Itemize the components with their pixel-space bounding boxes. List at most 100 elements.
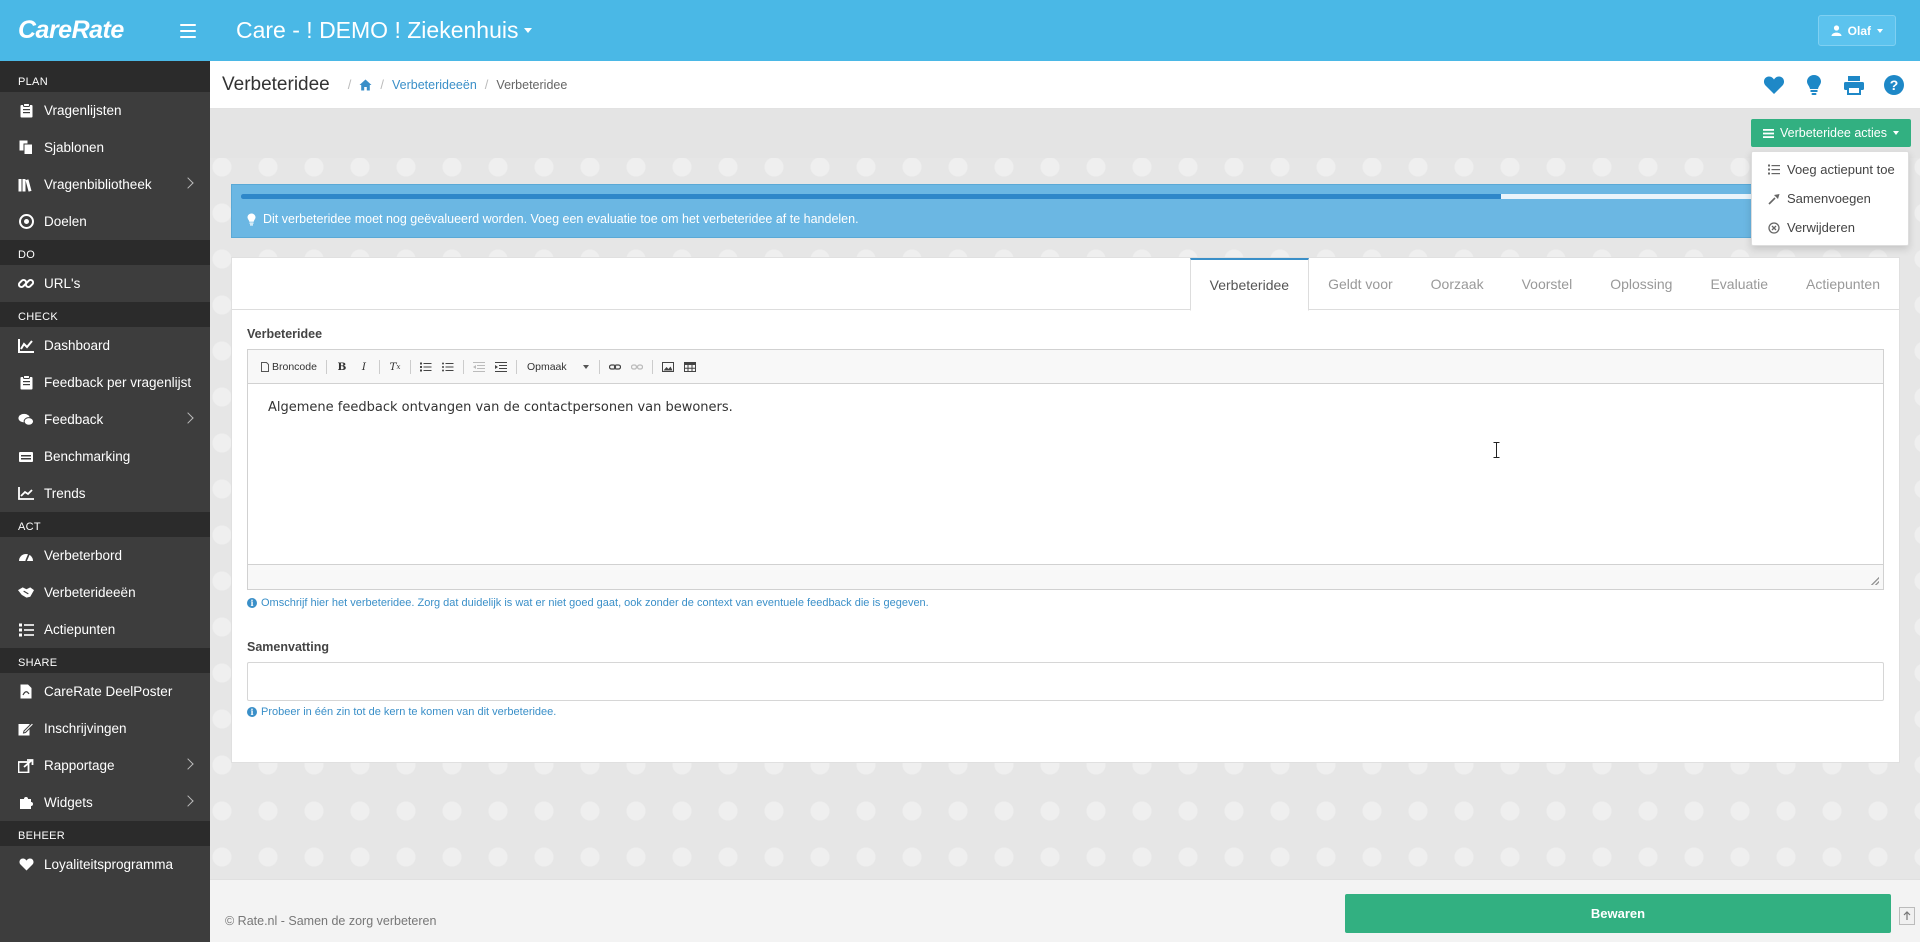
progress-bar	[241, 194, 1881, 199]
summary-input[interactable]	[247, 662, 1884, 701]
verbeteridee-actions-button[interactable]: Verbeteridee acties	[1751, 119, 1912, 147]
samenvatting-label: Samenvatting	[247, 640, 329, 654]
scroll-to-top-button[interactable]	[1899, 907, 1915, 925]
lightbulb-icon	[247, 213, 256, 225]
breadcrumb-current: Verbeteridee	[496, 77, 568, 92]
image-icon[interactable]	[659, 357, 677, 377]
menu-item-voeg-actiepunt-toe[interactable]: Voeg actiepunt toe	[1752, 155, 1908, 184]
sidebar-item-dashboard[interactable]: Dashboard	[0, 327, 210, 364]
sidebar: PLAN Vragenlijsten Sjablonen Vragenbiblioth…	[0, 61, 210, 942]
books-icon	[18, 177, 34, 193]
table-icon[interactable]	[681, 357, 699, 377]
sidebar-item-label: Sjablonen	[44, 140, 105, 155]
source-button[interactable]: Broncode	[258, 357, 320, 377]
heart-icon[interactable]	[1762, 73, 1786, 97]
sidebar-item-feedback-per-vragenlijst[interactable]: Feedback per vragenlijst	[0, 364, 210, 401]
actions-button-label: Verbeteridee acties	[1780, 126, 1888, 140]
site-title: Care - ! DEMO ! Ziekenhuis	[236, 17, 519, 43]
sidebar-section-plan: PLAN	[0, 61, 210, 92]
bullet-list-icon[interactable]	[439, 357, 457, 377]
tab-evaluatie[interactable]: Evaluatie	[1691, 258, 1787, 310]
user-icon	[1831, 25, 1842, 36]
sidebar-item-vragenbibliotheek[interactable]: Vragenbibliotheek	[0, 166, 210, 203]
target-icon	[18, 214, 34, 230]
comments-icon	[18, 412, 34, 428]
sidebar-item-widgets[interactable]: Widgets	[0, 784, 210, 821]
sidebar-item-vragenlijsten[interactable]: Vragenlijsten	[0, 92, 210, 129]
sidebar-item-url-s[interactable]: URL's	[0, 265, 210, 302]
site-selector[interactable]: Care - ! DEMO ! Ziekenhuis	[236, 17, 533, 44]
save-button[interactable]: Bewaren	[1345, 894, 1891, 933]
chart-icon	[18, 338, 34, 354]
bold-icon[interactable]: B	[333, 357, 351, 377]
clear-format-icon[interactable]: Tx	[386, 357, 404, 377]
sidebar-item-doelen[interactable]: Doelen	[0, 203, 210, 240]
sidebar-item-verbeteridee-n[interactable]: Verbeterideeën	[0, 574, 210, 611]
toolbar-separator	[462, 359, 464, 374]
brand-logo[interactable]: CareRate	[0, 0, 210, 61]
sidebar-item-label: Feedback per vragenlijst	[44, 375, 192, 390]
tab-actiepunten[interactable]: Actiepunten	[1787, 258, 1899, 310]
tab-voorstel[interactable]: Voorstel	[1503, 258, 1592, 310]
sidebar-item-benchmarking[interactable]: Benchmarking	[0, 438, 210, 475]
lightbulb-icon[interactable]	[1802, 73, 1826, 97]
text-cursor-icon	[1493, 442, 1500, 458]
sidebar-item-rapportage[interactable]: Rapportage	[0, 747, 210, 784]
home-icon[interactable]	[359, 79, 372, 91]
sidebar-item-verbeterbord[interactable]: Verbeterbord	[0, 537, 210, 574]
balance-icon	[18, 449, 34, 465]
idea-help: i Omschrijf hier het verbeteridee. Zorg …	[247, 597, 929, 609]
header-actions: ?	[1762, 73, 1906, 97]
sidebar-item-loyaliteitsprogramma[interactable]: Loyaliteitsprogramma	[0, 846, 210, 883]
signup-icon	[18, 721, 34, 737]
menu-item-verwijderen[interactable]: Verwijderen	[1752, 213, 1908, 242]
outdent-icon[interactable]	[470, 357, 488, 377]
sidebar-item-label: Rapportage	[44, 758, 115, 773]
toolbar-separator	[651, 359, 653, 374]
summary-help-text: Probeer in één zin tot de kern te komen …	[261, 706, 557, 718]
sidebar-item-label: CareRate DeelPoster	[44, 684, 173, 699]
italic-icon[interactable]: I	[355, 357, 373, 377]
sidebar-item-actiepunten[interactable]: Actiepunten	[0, 611, 210, 648]
sidebar-item-trends[interactable]: Trends	[0, 475, 210, 512]
toolbar-separator	[378, 359, 380, 374]
verbeteridee-label: Verbeteridee	[247, 327, 323, 341]
toolbar-separator	[409, 359, 411, 374]
sidebar-item-feedback[interactable]: Feedback	[0, 401, 210, 438]
idea-panel: Verbeteridee Geldt voor Oorzaak Voorstel Opl…	[231, 257, 1900, 763]
user-menu-button[interactable]: Olaf	[1817, 15, 1896, 46]
sidebar-section-beheer: BEHEER	[0, 821, 210, 846]
sidebar-item-inschrijvingen[interactable]: Inschrijvingen	[0, 710, 210, 747]
link-icon[interactable]	[606, 357, 624, 377]
print-icon[interactable]	[1842, 73, 1866, 97]
bars-icon	[1763, 128, 1774, 138]
action-bar	[210, 109, 1920, 158]
export-icon	[18, 758, 34, 774]
source-icon	[261, 361, 269, 372]
progress-fill	[241, 194, 1501, 199]
editor-content[interactable]: Algemene feedback ontvangen van de conta…	[248, 384, 1883, 564]
rich-text-editor: Broncode B I Tx Opmaak Algemene feedback…	[247, 349, 1884, 590]
page-title: Verbeteridee	[222, 73, 330, 95]
format-select[interactable]: Opmaak	[523, 357, 593, 377]
info-icon: i	[247, 598, 257, 608]
help-icon[interactable]: ?	[1882, 73, 1906, 97]
chevron-right-icon	[182, 177, 194, 189]
tab-oplossing[interactable]: Oplossing	[1591, 258, 1691, 310]
tab-oorzaak[interactable]: Oorzaak	[1412, 258, 1503, 310]
numbered-list-icon[interactable]	[417, 357, 435, 377]
tab-geldt-voor[interactable]: Geldt voor	[1309, 258, 1412, 310]
resize-handle-icon[interactable]	[1871, 577, 1879, 585]
sidebar-item-sjablonen[interactable]: Sjablonen	[0, 129, 210, 166]
unlink-icon[interactable]	[628, 357, 646, 377]
editor-toolbar: Broncode B I Tx Opmaak	[248, 350, 1883, 384]
tab-verbeteridee[interactable]: Verbeteridee	[1189, 258, 1310, 311]
alert-text: Dit verbeteridee moet nog geëvalueerd wo…	[263, 212, 859, 226]
indent-icon[interactable]	[492, 357, 510, 377]
menu-item-samenvoegen[interactable]: Samenvoegen	[1752, 184, 1908, 213]
menu-toggle-icon[interactable]	[180, 23, 196, 38]
breadcrumb-link[interactable]: Verbeterideeën	[392, 78, 477, 92]
sidebar-item-carerate-deelposter[interactable]: CareRate DeelPoster	[0, 673, 210, 710]
top-header: CareRate Care - ! DEMO ! Ziekenhuis Olaf	[0, 0, 1920, 61]
sidebar-section-share: SHARE	[0, 648, 210, 673]
